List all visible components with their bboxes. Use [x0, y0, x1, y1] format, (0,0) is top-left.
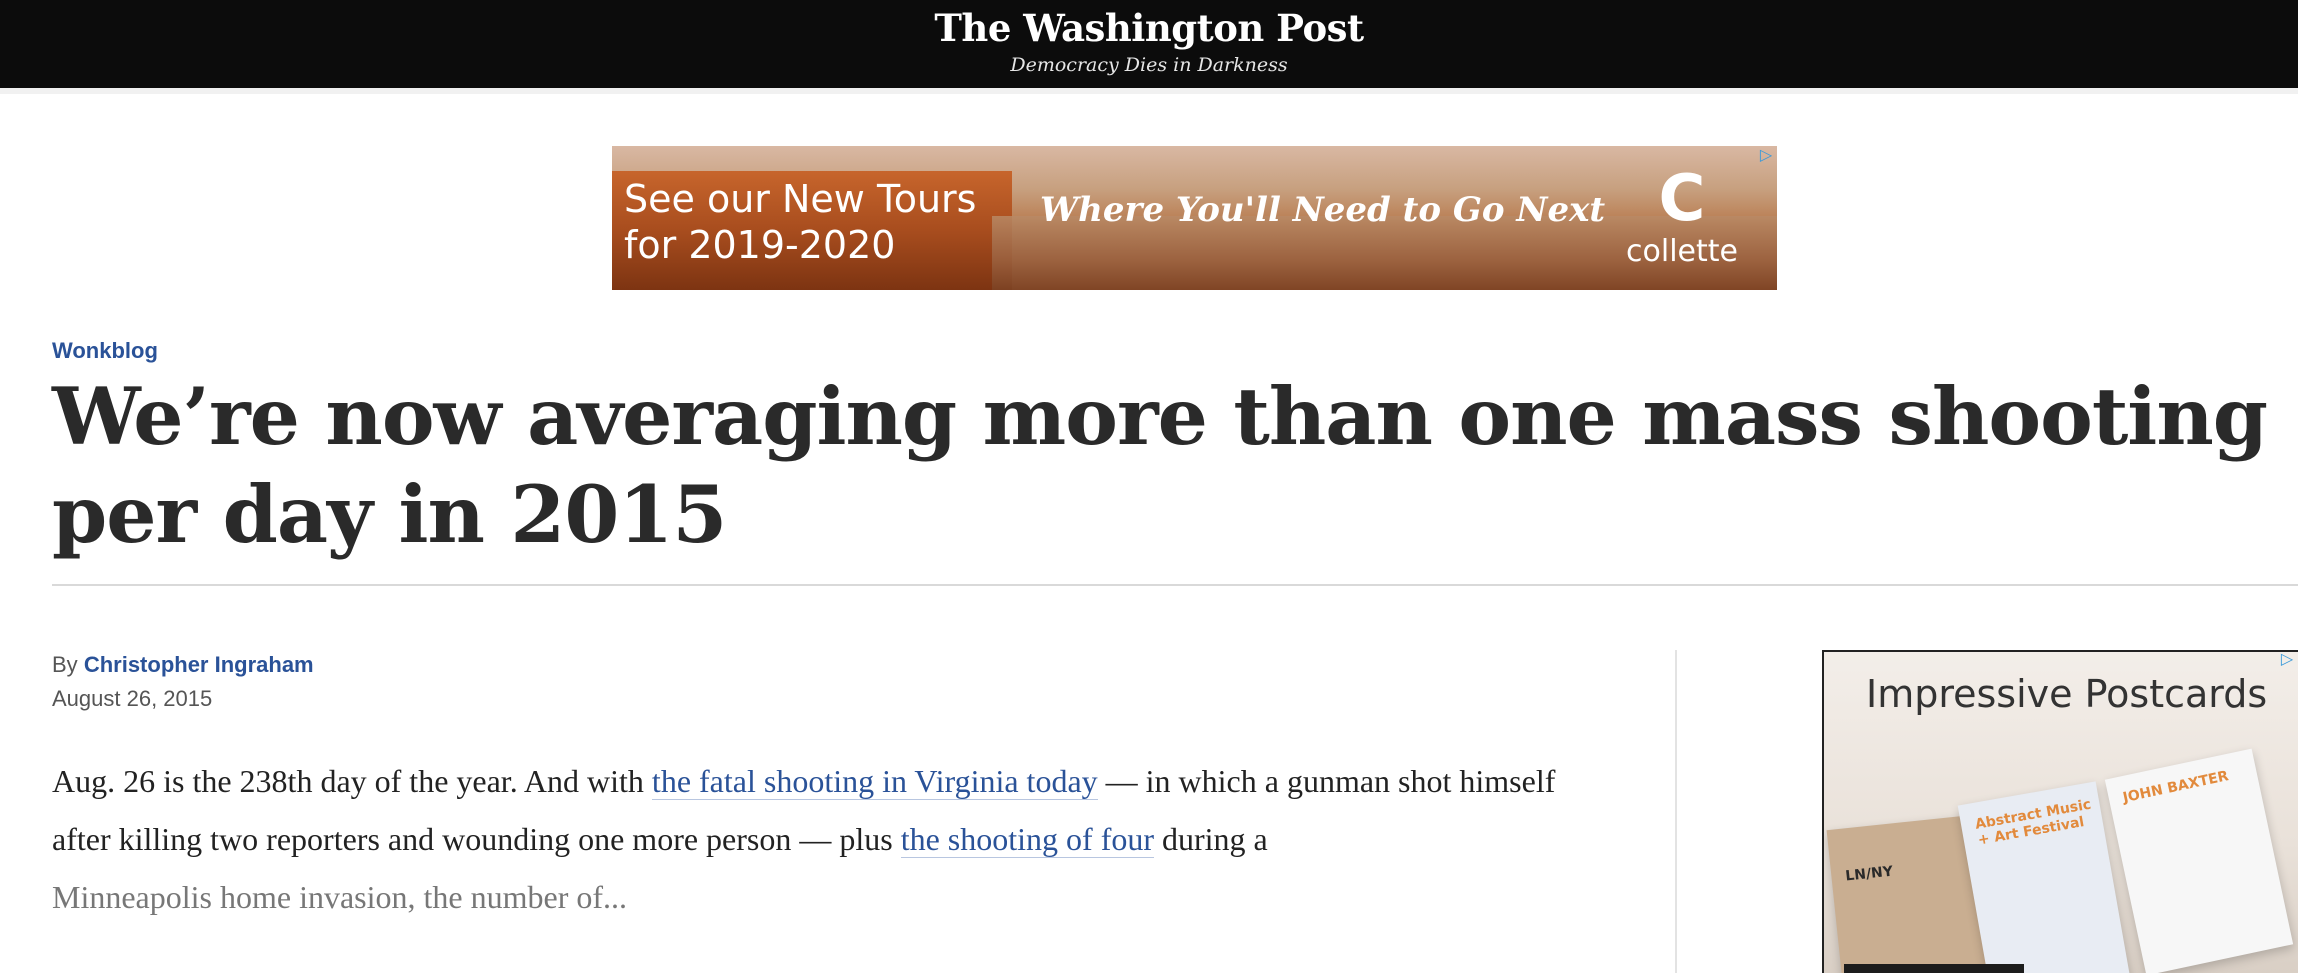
body-text-faded: Minneapolis home invasion, the number of… [52, 879, 628, 915]
ad-headline: See our New Tours for 2019-2020 [624, 177, 977, 267]
ad-brand-logo: C [1658, 162, 1706, 236]
headline-rule [52, 584, 2298, 586]
site-tagline: Democracy Dies in Darkness [1010, 54, 1288, 76]
ad-brand-name: collette [1626, 234, 1738, 269]
adchoices-icon[interactable]: ▷ [2278, 650, 2296, 668]
postcard-text: LN/NY [1844, 863, 1894, 885]
adchoices-icon[interactable]: ▷ [1757, 146, 1775, 164]
body-text-1: Aug. 26 is the 238th day of the year. An… [52, 763, 652, 799]
ad-tagline: Where You'll Need to Go Next [1040, 190, 1606, 230]
article-headline: We’re now averaging more than one mass s… [52, 370, 2268, 561]
publish-date: August 26, 2015 [52, 686, 213, 711]
side-ad-button[interactable] [1844, 964, 2024, 973]
author-link[interactable]: Christopher Ingraham [84, 652, 314, 677]
postcard-image: Abstract Music + Art Festival [1957, 781, 2131, 973]
site-logo[interactable]: The Washington Post [0, 6, 2298, 50]
side-ad[interactable]: Impressive Postcards LN/NY Abstract Musi… [1822, 650, 2298, 973]
article-body: Aug. 26 is the 238th day of the year. An… [52, 752, 1612, 926]
link-shooting-of-four[interactable]: the shooting of four [900, 821, 1154, 858]
column-divider [1675, 650, 1677, 973]
postcard-text: JOHN BAXTER [2121, 768, 2231, 807]
body-text-3: during a [1154, 821, 1268, 857]
link-virginia-shooting[interactable]: the fatal shooting in Virginia today [651, 763, 1098, 800]
header-divider [0, 88, 2298, 94]
postcard-text: Abstract Music + Art Festival [1973, 796, 2093, 849]
side-ad-title: Impressive Postcards [1866, 672, 2268, 716]
byline: By Christopher Ingraham [52, 652, 314, 678]
section-kicker[interactable]: Wonkblog [52, 338, 158, 364]
byline-prefix: By [52, 652, 78, 677]
postcard-image: JOHN BAXTER [2104, 748, 2294, 973]
masthead: The Washington Post Democracy Dies in Da… [0, 0, 2298, 88]
top-banner-ad[interactable]: See our New Tours for 2019-2020 Where Yo… [612, 146, 1777, 290]
